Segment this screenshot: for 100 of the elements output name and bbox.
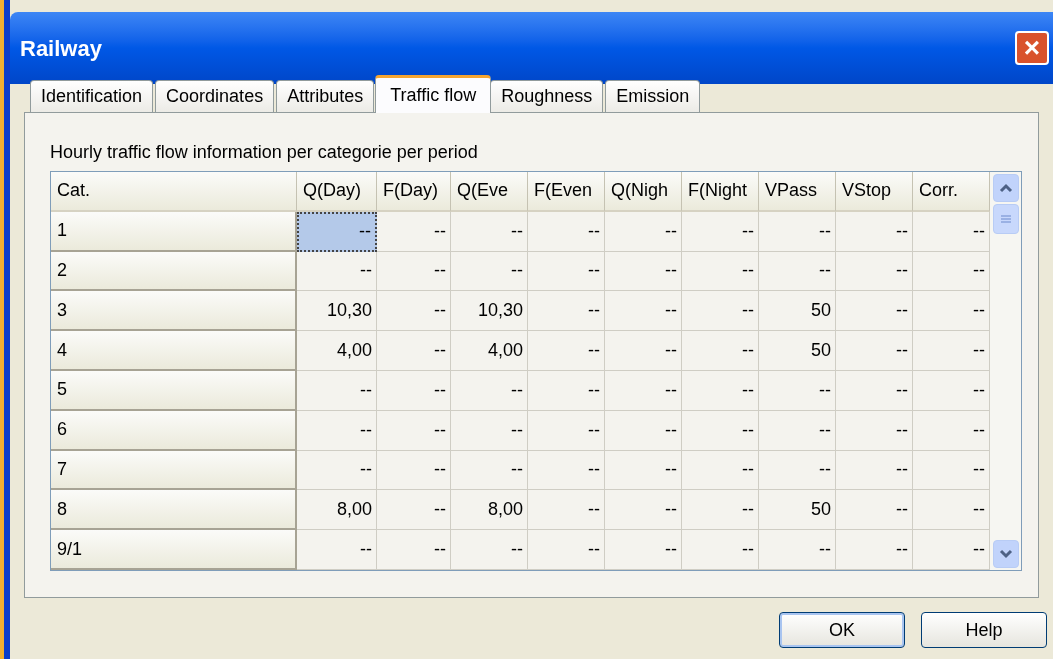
- row-header[interactable]: 9/1: [51, 530, 297, 570]
- table-cell[interactable]: 10,30: [451, 291, 528, 332]
- table-cell[interactable]: --: [297, 530, 377, 570]
- scroll-up-button[interactable]: [992, 174, 1019, 202]
- tab[interactable]: Traffic flow: [375, 75, 492, 113]
- table-cell[interactable]: --: [682, 291, 759, 332]
- table-cell[interactable]: --: [451, 530, 528, 570]
- column-header[interactable]: Cat.: [51, 172, 297, 212]
- table-cell[interactable]: --: [913, 251, 990, 292]
- table-cell[interactable]: --: [759, 410, 836, 451]
- table-cell[interactable]: --: [682, 251, 759, 292]
- scrollbar[interactable]: [990, 172, 1021, 570]
- table-cell[interactable]: --: [682, 331, 759, 371]
- row-header[interactable]: 5: [51, 371, 297, 411]
- help-button[interactable]: Help: [921, 612, 1047, 648]
- table-cell[interactable]: --: [297, 211, 377, 252]
- close-button[interactable]: ×: [1015, 31, 1049, 65]
- table-cell[interactable]: --: [913, 410, 990, 451]
- table-cell[interactable]: --: [682, 490, 759, 531]
- column-header[interactable]: F(Day): [377, 172, 451, 212]
- table-cell[interactable]: --: [528, 371, 605, 411]
- table-cell[interactable]: --: [528, 251, 605, 292]
- table-cell[interactable]: --: [759, 530, 836, 570]
- table-cell[interactable]: --: [451, 410, 528, 451]
- row-header[interactable]: 2: [51, 251, 297, 292]
- table-cell[interactable]: --: [913, 530, 990, 570]
- table-cell[interactable]: --: [605, 331, 682, 371]
- table-cell[interactable]: --: [913, 291, 990, 332]
- row-header[interactable]: 6: [51, 410, 297, 451]
- table-cell[interactable]: --: [913, 331, 990, 371]
- row-header[interactable]: 7: [51, 450, 297, 491]
- scroll-thumb[interactable]: [992, 204, 1019, 234]
- column-header[interactable]: VPass: [759, 172, 836, 212]
- table-cell[interactable]: --: [528, 410, 605, 451]
- table-cell[interactable]: --: [528, 331, 605, 371]
- table-cell[interactable]: --: [605, 371, 682, 411]
- table-cell[interactable]: --: [913, 211, 990, 252]
- table-cell[interactable]: --: [682, 410, 759, 451]
- table-cell[interactable]: 8,00: [297, 490, 377, 531]
- table-cell[interactable]: --: [297, 410, 377, 451]
- ok-button[interactable]: OK: [779, 612, 905, 648]
- table-cell[interactable]: 50: [759, 490, 836, 531]
- table-cell[interactable]: --: [297, 251, 377, 292]
- table-cell[interactable]: --: [528, 530, 605, 570]
- table-cell[interactable]: --: [377, 331, 451, 371]
- tab[interactable]: Attributes: [276, 80, 375, 112]
- table-cell[interactable]: --: [377, 450, 451, 491]
- table-cell[interactable]: 8,00: [451, 490, 528, 531]
- column-header[interactable]: VStop: [836, 172, 913, 212]
- table-cell[interactable]: 4,00: [451, 331, 528, 371]
- column-header[interactable]: Q(Nigh: [605, 172, 682, 212]
- table-cell[interactable]: 50: [759, 291, 836, 332]
- table-cell[interactable]: --: [451, 450, 528, 491]
- table-cell[interactable]: --: [377, 291, 451, 332]
- table-cell[interactable]: --: [836, 410, 913, 451]
- table-cell[interactable]: --: [913, 450, 990, 491]
- table-cell[interactable]: --: [451, 211, 528, 252]
- table-cell[interactable]: 10,30: [297, 291, 377, 332]
- table-cell[interactable]: --: [836, 291, 913, 332]
- table-cell[interactable]: --: [451, 251, 528, 292]
- column-header[interactable]: Q(Eve: [451, 172, 528, 212]
- table-cell[interactable]: --: [759, 211, 836, 252]
- tab[interactable]: Identification: [30, 80, 154, 112]
- scroll-down-button[interactable]: [992, 540, 1019, 568]
- table-cell[interactable]: --: [913, 371, 990, 411]
- table-cell[interactable]: --: [682, 371, 759, 411]
- table-cell[interactable]: --: [836, 331, 913, 371]
- table-cell[interactable]: --: [682, 450, 759, 491]
- tab[interactable]: Emission: [605, 80, 701, 112]
- row-header[interactable]: 4: [51, 331, 297, 371]
- table-cell[interactable]: --: [605, 530, 682, 570]
- table-cell[interactable]: --: [377, 410, 451, 451]
- table-cell[interactable]: --: [377, 251, 451, 292]
- row-header[interactable]: 3: [51, 291, 297, 332]
- table-cell[interactable]: --: [836, 530, 913, 570]
- table-cell[interactable]: --: [451, 371, 528, 411]
- table-cell[interactable]: --: [759, 371, 836, 411]
- table-cell[interactable]: --: [528, 291, 605, 332]
- column-header[interactable]: Q(Day): [297, 172, 377, 212]
- table-cell[interactable]: --: [605, 410, 682, 451]
- table-cell[interactable]: --: [605, 211, 682, 252]
- table-cell[interactable]: --: [605, 251, 682, 292]
- table-cell[interactable]: --: [377, 490, 451, 531]
- row-header[interactable]: 1: [51, 211, 297, 252]
- table-cell[interactable]: --: [759, 450, 836, 491]
- tab[interactable]: Roughness: [490, 80, 604, 112]
- table-cell[interactable]: --: [297, 371, 377, 411]
- column-header[interactable]: Corr.: [913, 172, 990, 212]
- table-cell[interactable]: --: [836, 371, 913, 411]
- table-cell[interactable]: --: [605, 450, 682, 491]
- table-cell[interactable]: 50: [759, 331, 836, 371]
- table-cell[interactable]: --: [759, 251, 836, 292]
- table-cell[interactable]: --: [682, 530, 759, 570]
- table-cell[interactable]: --: [682, 211, 759, 252]
- table-cell[interactable]: --: [377, 530, 451, 570]
- tab[interactable]: Coordinates: [155, 80, 275, 112]
- table-cell[interactable]: --: [836, 450, 913, 491]
- column-header[interactable]: F(Even: [528, 172, 605, 212]
- table-cell[interactable]: --: [377, 211, 451, 252]
- row-header[interactable]: 8: [51, 490, 297, 531]
